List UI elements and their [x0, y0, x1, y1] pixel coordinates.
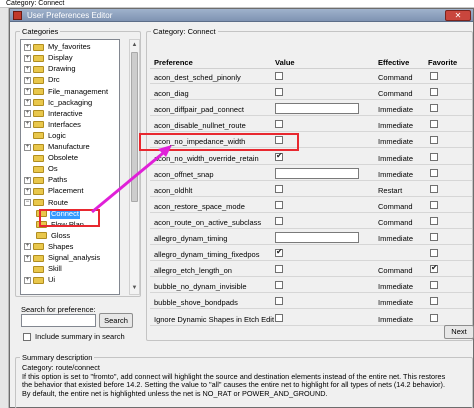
screenshot-root: Category: Connect User Preferences Edito…	[0, 0, 474, 408]
arrow-shaft	[91, 147, 169, 214]
annotation-arrow	[91, 145, 172, 214]
